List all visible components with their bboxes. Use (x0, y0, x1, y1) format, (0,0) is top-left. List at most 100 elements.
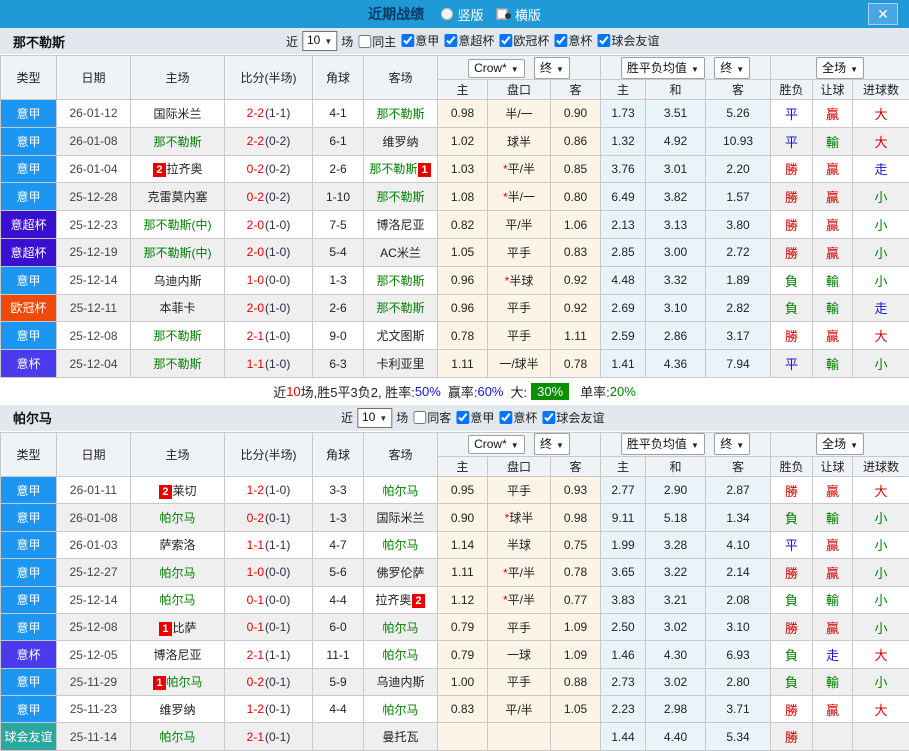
league-type-badge: 球会友谊 (0, 722, 57, 751)
match-row: 意超杯 25-12-19 那不勒斯(中) 2-0(1-0) 5-4 AC米兰 1… (0, 237, 909, 267)
league-checkbox[interactable] (554, 34, 568, 47)
corner-cell: 4-4 (312, 695, 364, 724)
league-filter-意杯[interactable]: 意杯 (549, 32, 592, 49)
league-filter-意甲[interactable]: 意甲 (451, 409, 494, 426)
odds-company-select[interactable]: Crow* ▼ (468, 435, 525, 455)
mean-odds-select[interactable]: 胜平负均值 ▼ (620, 433, 705, 456)
home-team-cell: 那不勒斯(中) (130, 210, 225, 239)
handicap-cell: *平/半 (487, 558, 551, 587)
chevron-down-icon: ▼ (510, 64, 519, 74)
red-card-badge: 2 (153, 163, 166, 178)
radio-selected-icon[interactable] (495, 8, 508, 20)
mean-home-odds: 9.11 (600, 503, 647, 532)
red-card-badge: 2 (159, 484, 172, 499)
corner-cell: 2-6 (312, 293, 364, 323)
crow-away-odds: 0.77 (549, 585, 602, 614)
home-team-cell: 帕尔马 (130, 585, 225, 614)
league-filter-意甲[interactable]: 意甲 (396, 32, 439, 49)
home-team-cell: 乌迪内斯 (130, 265, 225, 295)
league-checkbox[interactable] (597, 34, 611, 47)
match-row: 欧冠杯 25-12-11 本菲卡 2-0(1-0) 2-6 那不勒斯 0.96 … (0, 293, 909, 323)
league-checkbox[interactable] (542, 410, 556, 424)
mean-away-odds: 2.14 (705, 558, 772, 587)
final-odds-select-2[interactable]: 终 ▼ (714, 433, 751, 456)
big-rate-badge: 30% (531, 382, 570, 400)
recent-count-select[interactable]: 10 ▼ (301, 31, 338, 51)
league-checkbox[interactable] (444, 34, 458, 47)
scope-select[interactable]: 全场 ▼ (816, 433, 864, 456)
same-side-checkbox[interactable] (413, 411, 427, 425)
crow-home-odds: 0.79 (437, 640, 488, 669)
chevron-down-icon: ▼ (736, 64, 745, 74)
score-cell: 2-1(1-1) (224, 640, 313, 669)
league-filter-欧冠杯[interactable]: 欧冠杯 (494, 32, 549, 49)
final-odds-select[interactable]: 终 ▼ (534, 433, 570, 456)
col-crow-home: 主 (437, 79, 488, 100)
odds-company-select[interactable]: Crow* ▼ (468, 58, 525, 78)
corner-cell: 3-3 (312, 475, 364, 505)
col-mean-away: 客 (705, 79, 772, 100)
crow-home-odds: 1.12 (437, 585, 488, 614)
same-side-filter[interactable]: 同主 (353, 33, 396, 50)
away-team-cell: 帕尔马 (363, 612, 438, 642)
result-cell: 勝 (770, 612, 814, 642)
result-cell: 平 (770, 530, 814, 560)
league-filter-球会友谊[interactable]: 球会友谊 (592, 32, 659, 49)
handicap-result-cell: 贏 (812, 237, 854, 267)
league-type-badge: 意甲 (0, 182, 57, 212)
away-team-cell: 那不勒斯 (363, 182, 438, 212)
league-checkbox[interactable] (456, 410, 470, 424)
mean-away-odds: 2.20 (705, 154, 772, 184)
league-filter-意杯[interactable]: 意杯 (494, 409, 537, 426)
result-cell: 負 (770, 667, 814, 697)
away-team-cell: 帕尔马 (363, 530, 438, 560)
league-checkbox[interactable] (499, 410, 513, 424)
league-type-badge: 欧冠杯 (0, 293, 57, 323)
result-cell: 平 (770, 349, 814, 378)
league-checkbox[interactable] (401, 34, 415, 47)
league-checkbox[interactable] (499, 34, 513, 47)
mean-home-odds: 2.50 (600, 612, 647, 642)
games-label: 场 (341, 34, 354, 49)
league-type-badge: 意甲 (0, 503, 57, 532)
same-side-checkbox[interactable] (358, 34, 372, 48)
col-handicap: 盘口 (487, 455, 551, 477)
match-row: 意甲 25-12-08 1 比萨 0-1(0-1) 6-0 帕尔马 0.79 平手… (0, 612, 909, 642)
recent-count-select[interactable]: 10 ▼ (357, 407, 393, 428)
away-team-cell: 博洛尼亚 (363, 210, 438, 239)
crow-home-odds: 1.14 (437, 530, 488, 560)
handicap-cell: 半/一 (487, 99, 551, 128)
chevron-down-icon: ▼ (510, 441, 519, 451)
mean-draw-odds: 3.51 (645, 99, 707, 128)
chevron-down-icon: ▼ (690, 64, 699, 74)
league-filter-球会友谊[interactable]: 球会友谊 (537, 409, 604, 426)
match-row: 意甲 25-11-29 1 帕尔马 0-2(0-1) 5-9 乌迪内斯 1.00 … (0, 667, 909, 697)
col-mean-draw: 和 (645, 455, 707, 477)
vertical-layout-radio[interactable]: 竖版 (441, 5, 484, 24)
scope-select[interactable]: 全场 ▼ (816, 56, 864, 79)
chevron-down-icon: ▼ (850, 441, 858, 451)
away-team-cell: 那不勒斯 (363, 99, 438, 128)
crow-home-odds: 1.03 (437, 154, 488, 184)
horizontal-layout-radio[interactable]: 横版 (493, 5, 541, 24)
goals-result-cell: 小 (852, 530, 909, 560)
final-odds-select[interactable]: 终 ▼ (534, 56, 570, 79)
col-crow-away: 客 (549, 455, 602, 477)
mean-odds-select[interactable]: 胜平负均值 ▼ (620, 56, 705, 79)
col-date: 日期 (56, 431, 131, 477)
corner-cell: 4-7 (312, 530, 364, 560)
handicap-cell: 平/半 (487, 695, 551, 724)
mean-draw-odds: 3.02 (645, 667, 707, 697)
close-button[interactable]: ✕ (868, 3, 898, 25)
radio-unselected-icon[interactable] (441, 8, 454, 20)
mean-home-odds: 6.49 (600, 182, 647, 212)
date-cell: 25-12-04 (56, 349, 131, 378)
final-odds-select-2[interactable]: 终 ▼ (714, 56, 751, 79)
same-side-filter[interactable]: 同客 (408, 409, 451, 426)
league-filter-意超杯[interactable]: 意超杯 (439, 32, 494, 49)
home-team-cell: 本菲卡 (130, 293, 225, 323)
col-type: 类型 (0, 55, 57, 100)
score-cell: 0-1(0-0) (224, 585, 313, 614)
chevron-down-icon: ▼ (556, 441, 564, 451)
mean-group-header: 胜平负均值 ▼ 终 ▼ (600, 431, 772, 457)
